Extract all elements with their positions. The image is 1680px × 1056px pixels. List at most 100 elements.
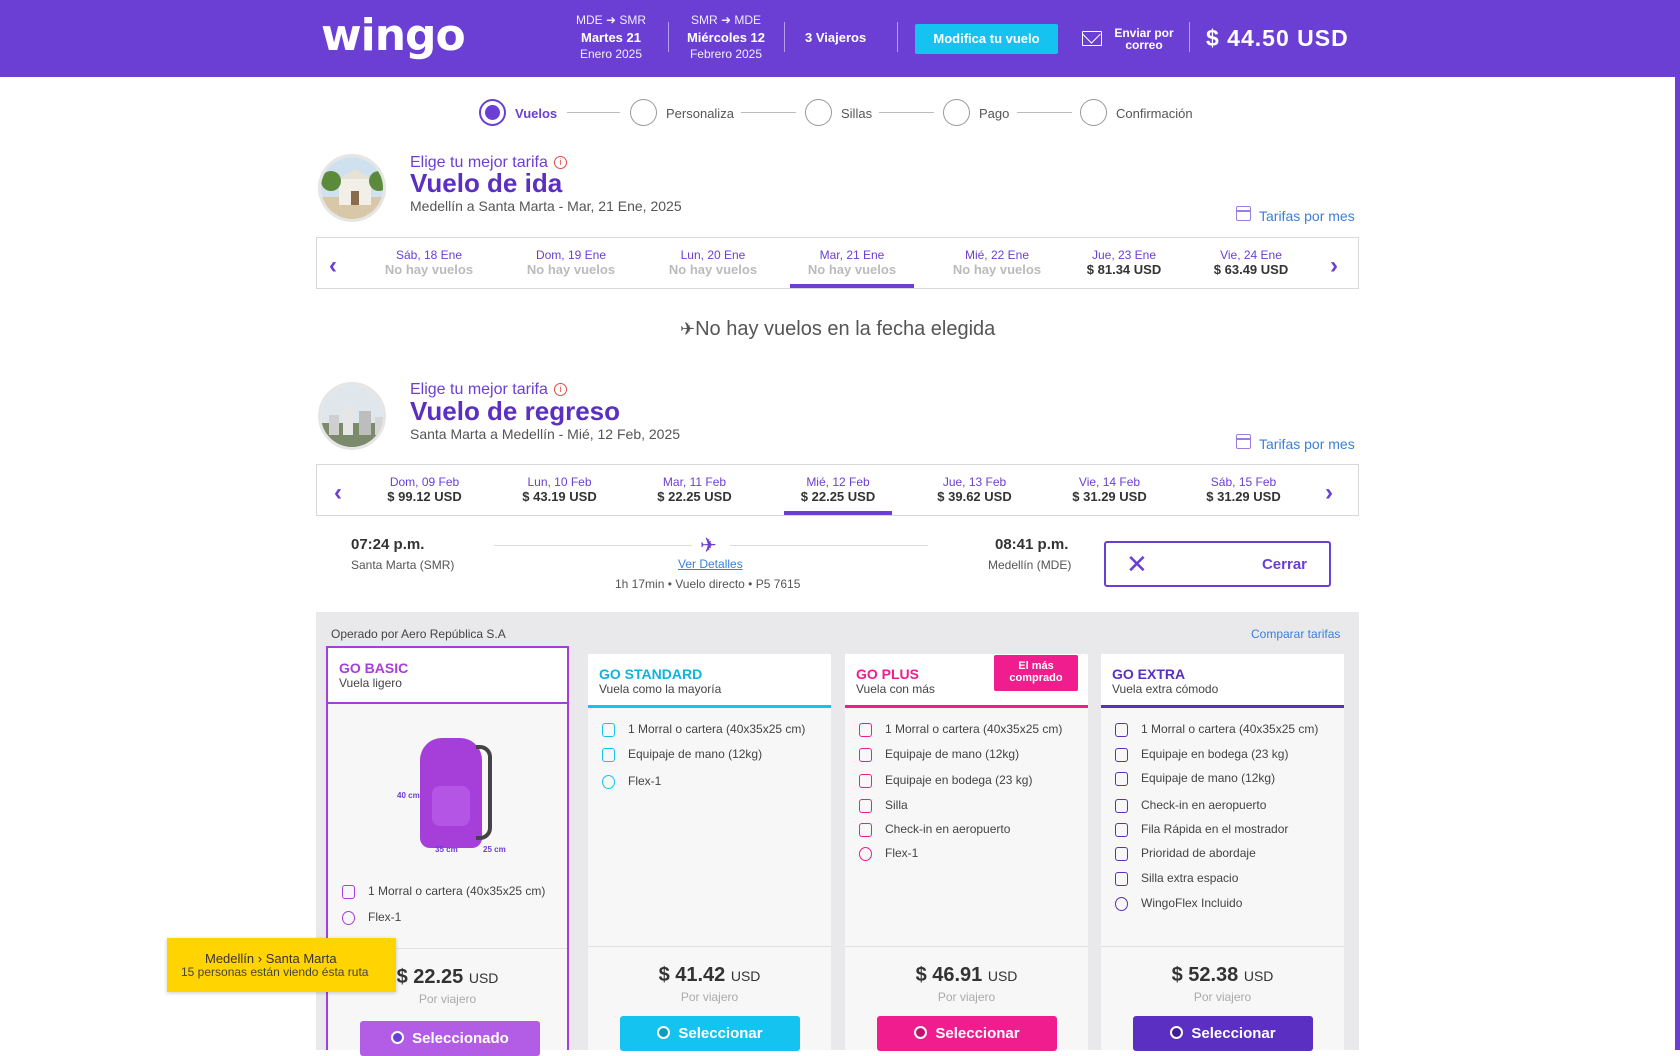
step-connector: [741, 112, 796, 113]
return-subtitle: Santa Marta a Medellín - Mié, 12 Feb, 20…: [410, 426, 681, 442]
date-price: $ 22.25 USD: [657, 489, 732, 504]
fare-feature: Equipaje en bodega (23 kg): [885, 773, 1033, 787]
outbound-month-fares-link[interactable]: Tarifas por mes: [1259, 208, 1355, 224]
return-date-option-selected[interactable]: Mié, 12 Feb $ 22.25 USD: [784, 465, 892, 515]
close-fares-button[interactable]: ✕ Cerrar: [1104, 541, 1331, 587]
fare-card-go-extra[interactable]: GO EXTRA Vuela extra cómodo 1 Morral o c…: [1101, 654, 1344, 1051]
fare-feature: Silla extra espacio: [1141, 871, 1239, 885]
return-month: Febrero 2025: [689, 47, 763, 61]
outbound-date-option[interactable]: Jue, 23 Ene $ 81.34 USD: [1069, 238, 1179, 288]
outbound-date-option[interactable]: Sáb, 18 Ene No hay vuelos: [369, 238, 489, 288]
date-price: $ 43.19 USD: [522, 489, 597, 504]
route-line: [494, 545, 692, 546]
return-date-option[interactable]: Mar, 11 Feb $ 22.25 USD: [642, 465, 747, 515]
top-bar: wingo MDE ➜ SMR Martes 21 Enero 2025 SMR…: [0, 0, 1675, 77]
fare-feature: Flex-1: [628, 774, 662, 788]
next-arrow-icon[interactable]: ›: [1325, 479, 1333, 507]
radio-icon: [914, 1026, 928, 1039]
fare-feature: Fila Rápida en el mostrador: [1141, 822, 1289, 836]
date-price: No hay vuelos: [952, 262, 1042, 277]
fare-feature: 1 Morral o cartera (40x35x25 cm): [885, 722, 1063, 736]
fare-feature: Flex-1: [368, 910, 402, 924]
return-month-fares-link[interactable]: Tarifas por mes: [1259, 436, 1355, 452]
mail-icon[interactable]: [1082, 31, 1102, 46]
fare-tagline: Vuela ligero: [339, 676, 402, 690]
fare-feature: Equipaje de mano (12kg): [885, 747, 1020, 761]
outbound-month: Enero 2025: [579, 47, 643, 61]
prev-arrow-icon[interactable]: ‹: [329, 252, 337, 280]
return-date-option[interactable]: Sáb, 15 Feb $ 31.29 USD: [1191, 465, 1296, 515]
step-confirmacion-label: Confirmación: [1116, 106, 1193, 121]
date-price: $ 63.49 USD: [1213, 262, 1289, 277]
modify-flight-button[interactable]: Modifica tu vuelo: [915, 24, 1058, 54]
fare-tagline: Vuela como la mayoría: [599, 682, 722, 696]
fare-select-button[interactable]: Seleccionado: [360, 1021, 540, 1056]
fare-select-label: Seleccionar: [935, 1025, 1020, 1042]
fare-currency: USD: [730, 968, 761, 984]
date-label: Dom, 09 Feb: [389, 475, 460, 489]
fare-select-label: Seleccionado: [412, 1030, 509, 1047]
date-label: Sáb, 18 Ene: [395, 248, 463, 262]
divider: [845, 946, 1088, 947]
return-date-option[interactable]: Dom, 09 Feb $ 99.12 USD: [372, 465, 477, 515]
plane-icon: ✈: [700, 535, 717, 557]
outbound-date-option[interactable]: Dom, 19 Ene No hay vuelos: [511, 238, 631, 288]
prev-arrow-icon[interactable]: ‹: [334, 479, 342, 507]
most-purchased-badge: El más comprado: [994, 655, 1078, 691]
radio-icon: [391, 1031, 405, 1044]
checked-bag-icon: [859, 774, 872, 788]
radio-icon: [657, 1026, 671, 1039]
backpack-strap: [476, 745, 492, 840]
step-personaliza-label: Personaliza: [666, 106, 734, 121]
step-connector: [567, 112, 620, 113]
fare-select-button[interactable]: Seleccionar: [620, 1016, 800, 1051]
fare-card-go-plus[interactable]: GO PLUS Vuela con más 1 Morral o cartera…: [845, 654, 1088, 1051]
calendar-icon[interactable]: [1236, 206, 1251, 221]
date-price: No hay vuelos: [668, 262, 758, 277]
scrollbar[interactable]: [1675, 0, 1680, 1050]
outbound-date-option[interactable]: Lun, 20 Ene No hay vuelos: [653, 238, 773, 288]
fare-card-header: GO STANDARD Vuela como la mayoría: [588, 654, 831, 708]
step-connector: [1017, 112, 1072, 113]
date-price: $ 31.29 USD: [1072, 489, 1147, 504]
return-route: SMR ➜ MDE: [690, 13, 762, 27]
calendar-icon[interactable]: [1236, 434, 1251, 449]
fare-card-header: GO BASIC Vuela ligero: [328, 648, 567, 704]
fare-name: GO STANDARD: [599, 666, 703, 682]
fare-select-label: Seleccionar: [1191, 1025, 1276, 1042]
compare-fares-link[interactable]: Comparar tarifas: [1251, 627, 1340, 641]
checked-bag-icon: [1115, 748, 1128, 762]
info-icon[interactable]: i: [553, 383, 567, 396]
step-sillas-label: Sillas: [841, 106, 873, 121]
return-date-option[interactable]: Vie, 14 Feb $ 31.29 USD: [1057, 465, 1162, 515]
outbound-date-option-selected[interactable]: Mar, 21 Ene No hay vuelos: [790, 238, 914, 288]
return-date-option[interactable]: Lun, 10 Feb $ 43.19 USD: [507, 465, 612, 515]
step-pago-indicator: [943, 99, 970, 126]
email-button[interactable]: Enviar por correo: [1108, 27, 1180, 51]
return-date-option[interactable]: Jue, 13 Feb $ 39.62 USD: [922, 465, 1027, 515]
next-arrow-icon[interactable]: ›: [1330, 252, 1338, 280]
passenger-count[interactable]: 3 Viajeros: [805, 30, 866, 45]
date-label: Mié, 22 Ene: [964, 248, 1030, 262]
depart-place: Santa Marta (SMR): [351, 558, 455, 572]
fare-price: $ 52.38 USD: [1101, 964, 1344, 987]
wingo-logo[interactable]: wingo: [321, 10, 466, 61]
date-price: $ 22.25 USD: [800, 489, 876, 504]
flight-details-link[interactable]: Ver Detalles: [678, 557, 743, 571]
fare-select-button[interactable]: Seleccionar: [1133, 1016, 1313, 1051]
per-traveler: Por viajero: [680, 990, 739, 1004]
outbound-date-option[interactable]: Vie, 24 Ene $ 63.49 USD: [1196, 238, 1306, 288]
depart-time: 07:24 p.m.: [351, 536, 425, 553]
fare-name: GO EXTRA: [1112, 666, 1186, 682]
outbound-summary: MDE ➜ SMR Martes 21 Enero 2025: [556, 12, 666, 63]
fare-feature: Equipaje de mano (12kg): [628, 747, 763, 761]
fare-card-go-standard[interactable]: GO STANDARD Vuela como la mayoría 1 Morr…: [588, 654, 831, 1051]
close-label: Cerrar: [1261, 556, 1307, 573]
fare-feature: Equipaje en bodega (23 kg): [1141, 747, 1289, 761]
carry-on-icon: [1115, 772, 1128, 786]
date-label: Jue, 23 Ene: [1091, 248, 1157, 262]
fare-select-button[interactable]: Seleccionar: [877, 1016, 1057, 1051]
outbound-date-option[interactable]: Mié, 22 Ene No hay vuelos: [937, 238, 1057, 288]
bag-height-label: 40 cm: [397, 791, 420, 800]
date-price: No hay vuelos: [526, 262, 616, 277]
